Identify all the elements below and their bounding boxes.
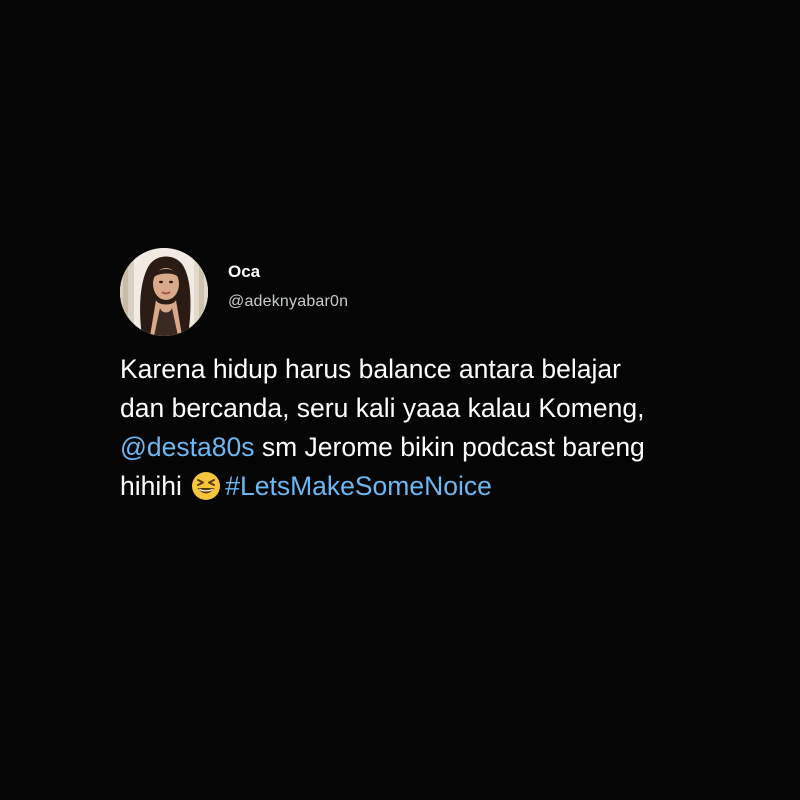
tweet-card: Oca @adeknyabar0n Karena hidup harus bal… [120, 248, 700, 506]
user-handle[interactable]: @adeknyabar0n [228, 291, 348, 313]
display-name[interactable]: Oca [228, 261, 348, 283]
tweet-text-line-3-rest: sm Jerome bikin podcast bareng [254, 432, 645, 462]
grinning-squinting-face-emoji-icon [191, 471, 221, 501]
author-names: Oca @adeknyabar0n [228, 261, 348, 313]
tweet-header: Oca @adeknyabar0n [120, 248, 700, 336]
hashtag-link[interactable]: #LetsMakeSomeNoice [225, 471, 492, 501]
mention-link[interactable]: @desta80s [120, 432, 254, 462]
tweet-text-line-3: @desta80s sm Jerome bikin podcast bareng [120, 428, 700, 467]
tweet-text: Karena hidup harus balance antara belaja… [120, 350, 700, 506]
profile-photo-avatar-icon [120, 248, 208, 336]
tweet-text-line-1: Karena hidup harus balance antara belaja… [120, 354, 621, 384]
tweet-text-line-4: hihihi #LetsMakeSomeNoice [120, 467, 700, 506]
tweet-text-line-4-text: hihihi [120, 471, 190, 501]
tweet-text-line-2: dan bercanda, seru kali yaaa kalau Komen… [120, 393, 645, 423]
avatar[interactable] [120, 248, 208, 336]
